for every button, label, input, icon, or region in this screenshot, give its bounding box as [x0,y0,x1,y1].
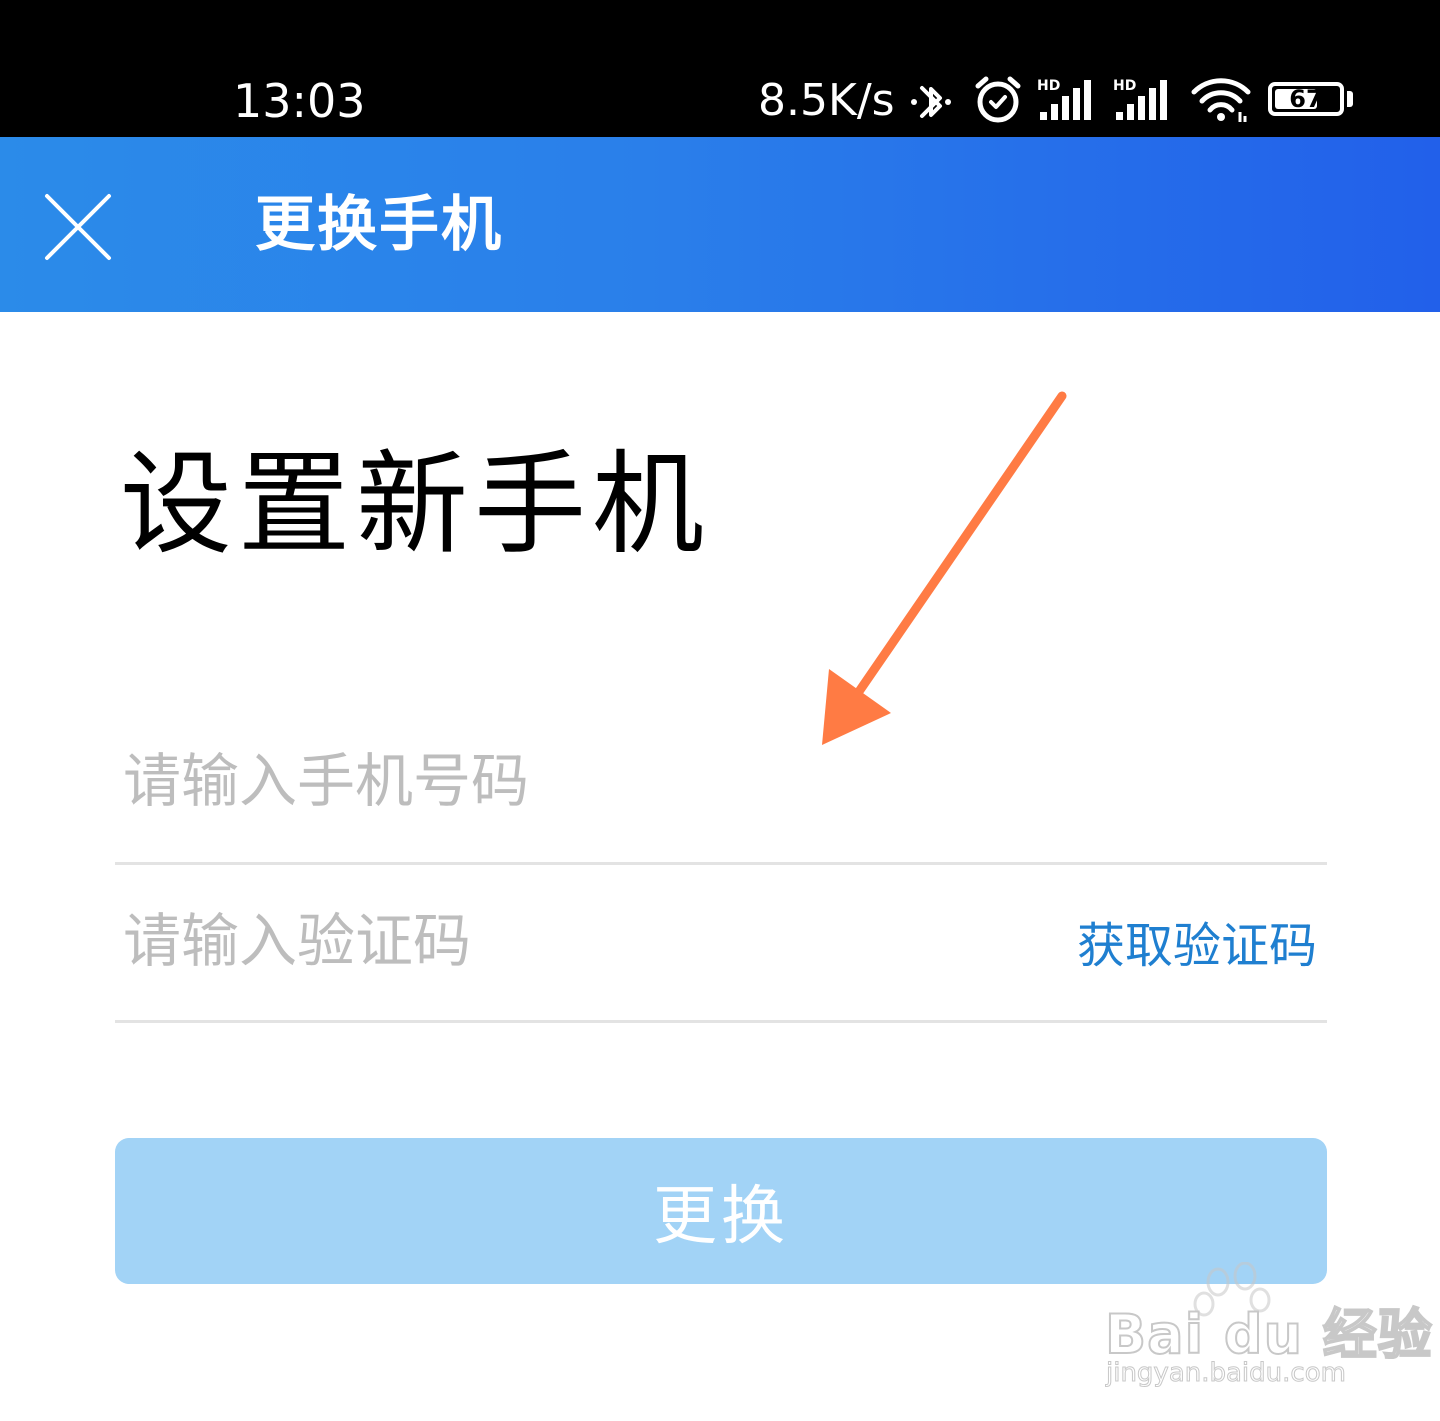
close-icon [45,194,111,260]
get-code-button[interactable]: 获取验证码 [1077,862,1317,1020]
app-title: 更换手机 [255,190,503,260]
screen: 13:03 8.5K/s HD HD 67 更换手机 设置新手机 请输入手机号码… [0,0,1440,1421]
code-field: 获取验证码 [115,862,1327,1023]
verification-code-input[interactable] [123,862,883,1020]
phone-input[interactable] [123,700,1023,862]
phone-field [115,700,1327,865]
bluetooth-icon [911,86,951,118]
wifi-icon [1191,78,1251,122]
hd-label-1: HD [1037,78,1060,94]
status-time: 13:03 [233,74,366,128]
network-speed: 8.5K/s [758,75,895,126]
close-button[interactable] [30,177,126,273]
arrow-shaft [853,391,1067,698]
watermark-url: jingyan.baidu.com [1106,1358,1347,1389]
hd-label-2: HD [1113,78,1136,94]
status-bar: 13:03 8.5K/s HD HD 67 [0,0,1440,137]
battery-level: 67 [1289,85,1323,113]
battery-cap [1347,91,1353,107]
hd-signal-icon: HD [1037,78,1091,120]
app-bar: 更换手机 [0,137,1440,312]
hd-signal-icon: HD [1113,78,1167,120]
alarm-icon [975,76,1021,123]
page-heading: 设置新手机 [120,440,710,570]
